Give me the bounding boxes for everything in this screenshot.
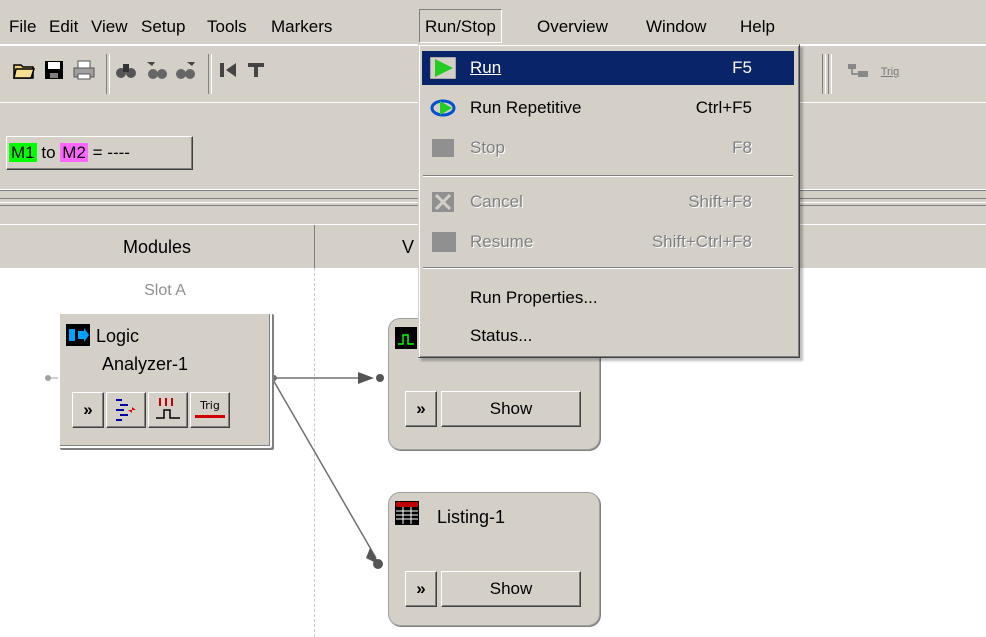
waveform-window-icon (395, 327, 417, 349)
marker-to-label: to (41, 143, 56, 162)
setup-button[interactable] (106, 392, 146, 428)
menu-item-run-properties[interactable]: Run Properties... (422, 281, 794, 315)
analyzer-title-line2: Analyzer-1 (102, 354, 189, 374)
expand-icon: » (416, 399, 426, 418)
marker-m2-label: M2 (60, 143, 88, 162)
menu-item-status[interactable]: Status... (422, 319, 794, 353)
marker-value: = ---- (92, 143, 130, 162)
menu-item-resume-label: Resume (470, 232, 534, 251)
menu-item-resume-shortcut: Shift+Ctrl+F8 (651, 232, 752, 251)
waveform-expand-button[interactable]: » (405, 391, 437, 427)
go-to-start-icon[interactable] (216, 58, 240, 86)
menu-tools[interactable]: Tools (207, 16, 247, 38)
save-disk-icon[interactable] (42, 58, 66, 86)
menu-overview[interactable]: Overview (537, 16, 608, 38)
waveform-icon (156, 398, 180, 419)
listing-table-icon (395, 501, 419, 525)
trig-icon[interactable]: Trig (876, 58, 904, 86)
analyzer-title-line1: Logic (96, 326, 140, 346)
menu-item-run-properties-label: Run Properties... (470, 288, 598, 307)
run-play-icon (430, 57, 456, 79)
menu-markers[interactable]: Markers (271, 16, 332, 38)
menu-item-status-label: Status... (470, 326, 533, 345)
logic-analyzer-module[interactable]: Logic Analyzer-1 » Trig (58, 312, 272, 448)
listing-show-button[interactable]: Show (441, 571, 581, 607)
open-folder-icon[interactable] (12, 58, 36, 86)
trigger-button[interactable]: Trig (190, 392, 230, 428)
run-repetitive-icon (430, 99, 456, 117)
setup-icon (116, 399, 136, 421)
listing-window-node[interactable]: Listing-1 » Show (388, 492, 600, 626)
find-previous-icon[interactable] (144, 58, 168, 86)
marker-m1-label: M1 (9, 143, 37, 162)
menu-item-run-repetitive-label: Run Repetitive (470, 98, 582, 117)
menu-item-stop-shortcut: F8 (732, 138, 752, 157)
listing-window-title: Listing-1 (437, 507, 506, 527)
menu-view[interactable]: View (91, 16, 128, 38)
find-next-icon[interactable] (174, 58, 198, 86)
menu-item-cancel-label: Cancel (470, 192, 523, 211)
modules-column-header[interactable]: Modules (0, 225, 315, 269)
menu-item-run-repetitive[interactable]: Run Repetitive Ctrl+F5 (422, 91, 794, 125)
run-stop-dropdown-menu: Run F5 Run Repetitive Ctrl+F5 Stop F8 Ca… (418, 44, 800, 358)
menu-setup[interactable]: Setup (141, 16, 185, 38)
menu-item-run-label: Run (470, 58, 502, 77)
menu-separator (423, 175, 793, 177)
find-icon[interactable] (114, 58, 138, 86)
menu-item-run-repetitive-shortcut: Ctrl+F5 (695, 98, 752, 117)
menu-window[interactable]: Window (646, 16, 706, 38)
cancel-icon (432, 192, 454, 212)
waveform-button[interactable] (148, 392, 188, 428)
waveform-show-button[interactable]: Show (441, 391, 581, 427)
listing-expand-button[interactable]: » (405, 571, 437, 607)
menu-item-run[interactable]: Run F5 (422, 51, 794, 85)
trigger-marker-icon[interactable] (244, 58, 268, 86)
expand-icon: » (83, 400, 93, 419)
print-icon[interactable] (72, 58, 96, 86)
menu-file[interactable]: File (9, 16, 36, 38)
menu-run-stop[interactable]: Run/Stop (419, 9, 502, 43)
menu-bar: File Edit View Setup Tools Markers Run/S… (0, 0, 986, 44)
overview-icon[interactable] (846, 58, 870, 86)
analyzer-module-icon (66, 324, 90, 346)
stop-icon (432, 139, 454, 157)
menu-edit[interactable]: Edit (49, 16, 78, 38)
menu-item-resume[interactable]: Resume Shift+Ctrl+F8 (422, 225, 794, 259)
menu-item-run-shortcut: F5 (732, 58, 752, 77)
expand-chevron-button[interactable]: » (72, 392, 104, 428)
marker-measurement-button[interactable]: M1 to M2 = ---- (6, 136, 193, 170)
menu-help[interactable]: Help (740, 16, 775, 38)
menu-separator (423, 267, 793, 269)
menu-item-cancel-shortcut: Shift+F8 (688, 192, 752, 211)
trig-icon: Trig (195, 397, 225, 418)
menu-item-stop[interactable]: Stop F8 (422, 131, 794, 165)
resume-icon (432, 232, 456, 252)
menu-item-cancel[interactable]: Cancel Shift+F8 (422, 185, 794, 219)
expand-icon: » (416, 579, 426, 598)
menu-item-stop-label: Stop (470, 138, 505, 157)
